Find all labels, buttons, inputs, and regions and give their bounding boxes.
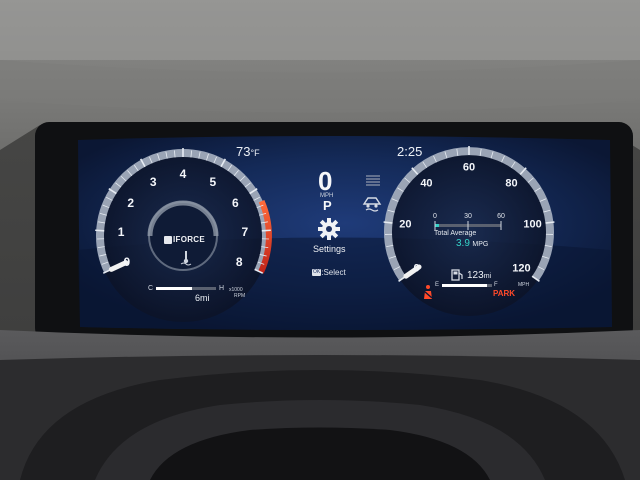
economy-fill [435, 224, 439, 227]
tach-tick-label: 6 [231, 195, 239, 210]
dashboard-photo: 73°F 2:25 012345678 x1000 RPM IFORCE C H… [0, 0, 640, 480]
tach-tick-label: 3 [149, 174, 157, 189]
coolant-cold-label: C [148, 285, 154, 292]
tach-tick-label: 5 [209, 174, 217, 189]
fuel-fill [442, 284, 487, 287]
speed-tick-label: 40 [420, 177, 433, 190]
speed-tick-label: 80 [505, 177, 518, 190]
economy-readout: 3.9 MPG [456, 239, 488, 249]
tach-tick-label: 7 [241, 224, 249, 239]
tach-major-tick [261, 229, 271, 232]
select-hint: OK:Select [312, 269, 346, 277]
trip-distance: 6mi [195, 293, 210, 303]
speed-major-tick [383, 221, 393, 224]
fuel-range: 123mi [467, 271, 491, 281]
tach-major-tick [95, 229, 105, 232]
economy-unit: MPG [472, 241, 489, 248]
tach-tick-label: 4 [179, 167, 187, 181]
brand-logo-text: IFORCE [173, 235, 206, 244]
fuel-range-value: 123 [467, 270, 484, 281]
settings-label[interactable]: Settings [313, 245, 346, 254]
select-label: :Select [321, 268, 346, 277]
speed-major-tick [545, 221, 555, 224]
fuel-empty-label: E [435, 282, 440, 288]
speed-tick-label: 120 [512, 262, 531, 275]
dashboard-graphic [0, 0, 640, 480]
speed-tick-label: 20 [399, 218, 412, 231]
coolant-hot-label: H [219, 285, 225, 292]
speed-tick-label: 0 [413, 262, 420, 275]
fuel-full-label: F [494, 282, 498, 288]
ok-button-glyph: OK [312, 269, 322, 277]
tach-tick-label: 0 [123, 255, 131, 270]
gear-icon[interactable] [318, 218, 340, 240]
tach-unit-bottom: RPM [234, 293, 246, 299]
outside-temperature: 73°F [236, 145, 260, 158]
gear-indicator: P [323, 198, 332, 213]
temperature-value: 73 [236, 144, 251, 159]
tach-tick-label: 8 [235, 255, 243, 270]
temperature-unit: °F [250, 148, 260, 158]
economy-scale-label: 30 [464, 213, 472, 220]
economy-scale-label: 0 [433, 213, 437, 220]
brand-logo-mark [164, 236, 172, 244]
speed-tick-label: 100 [523, 218, 542, 231]
economy-scale-label: 60 [497, 213, 505, 220]
tach-tick-label: 2 [127, 195, 135, 210]
speed-readout: 0 [318, 166, 333, 196]
coolant-fill [156, 287, 192, 290]
tach-tick-label: 1 [117, 224, 125, 239]
park-indicator: PARK [493, 289, 516, 298]
speed-tick-label: 60 [462, 161, 476, 174]
fuel-range-unit: mi [483, 273, 492, 280]
clock: 2:25 [397, 144, 423, 159]
economy-title: Total Average [434, 230, 477, 237]
speedometer-unit: MPH [518, 282, 530, 288]
economy-value: 3.9 [456, 238, 470, 249]
